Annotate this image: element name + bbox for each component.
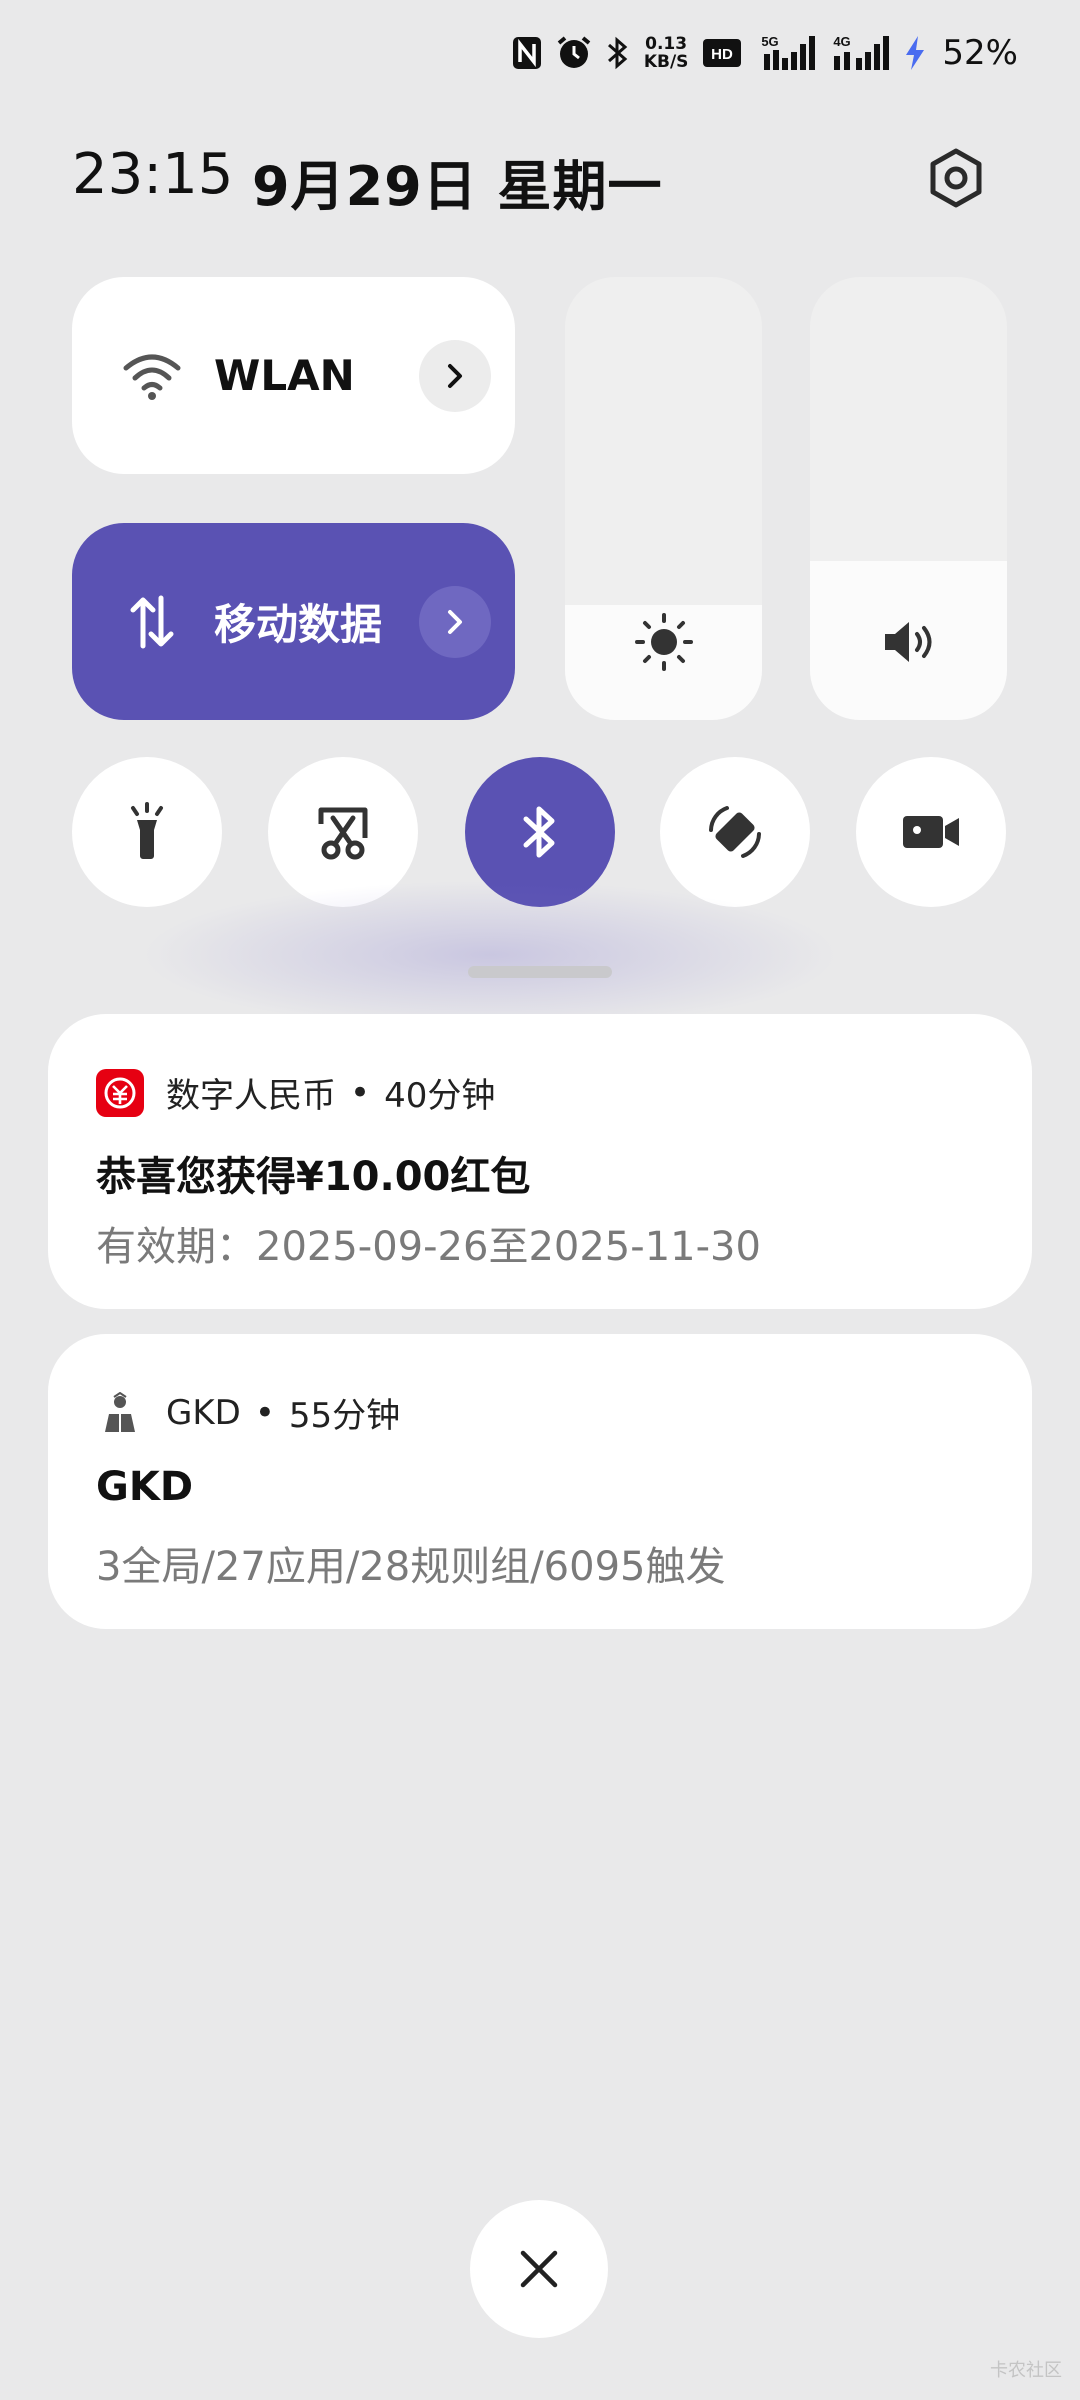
volume-slider[interactable] <box>810 277 1007 720</box>
notification-card[interactable]: 数字人民币 • 40分钟 恭喜您获得¥10.00红包 有效期：2025-09-2… <box>48 1014 1032 1309</box>
nfc-icon <box>512 36 542 70</box>
notification-app-name: 数字人民币 <box>166 1076 336 1116</box>
svg-text:5G: 5G <box>762 34 779 49</box>
auto-rotate-toggle[interactable] <box>660 757 810 907</box>
bluetooth-icon <box>523 806 555 858</box>
speaker-icon <box>810 612 1007 672</box>
flashlight-icon <box>131 802 163 859</box>
separator-dot: • <box>350 1072 371 1113</box>
svg-text:HD: HD <box>712 46 734 63</box>
signal-5g-icon: 5G <box>756 34 816 72</box>
rotate-icon <box>709 806 761 858</box>
settings-button[interactable] <box>918 140 994 216</box>
notification-title: 恭喜您获得¥10.00红包 <box>96 1154 531 1200</box>
mobile-data-tile[interactable]: 移动数据 <box>72 523 515 720</box>
notification-time: 55分钟 <box>288 1396 401 1436</box>
clear-notifications-button[interactable] <box>470 2200 608 2338</box>
signal-4g-icon: 4G <box>830 34 890 72</box>
separator-dot: • <box>254 1392 275 1433</box>
gkd-app-icon <box>96 1389 144 1437</box>
digital-rmb-app-icon <box>96 1068 144 1117</box>
chevron-right-icon <box>448 609 462 634</box>
hd-voice-icon: HD <box>702 38 742 68</box>
wifi-icon <box>112 336 192 416</box>
flashlight-toggle[interactable] <box>72 757 222 907</box>
video-camera-icon <box>903 816 959 848</box>
notification-time: 40分钟 <box>384 1076 496 1116</box>
screenshot-scissors-icon <box>318 807 368 860</box>
data-arrows-icon <box>112 582 192 662</box>
gear-icon <box>930 148 982 208</box>
mobile-data-expand-button[interactable] <box>419 585 491 658</box>
screen-record-toggle[interactable] <box>856 757 1006 907</box>
alarm-icon <box>556 35 592 71</box>
wlan-expand-button[interactable] <box>419 339 491 412</box>
drag-handle[interactable] <box>468 966 612 978</box>
wlan-label: WLAN <box>214 351 355 400</box>
charging-icon <box>904 35 926 71</box>
clock-time[interactable]: 23:15 <box>72 142 233 207</box>
notification-body: 3全局/27应用/28规则组/6095触发 <box>96 1544 726 1590</box>
status-bar: 0.13 KB/S HD 5G 4G 52% <box>0 0 1080 110</box>
mobile-data-label: 移动数据 <box>214 600 383 649</box>
notification-card[interactable]: GKD • 55分钟 GKD 3全局/27应用/28规则组/6095触发 <box>48 1334 1032 1629</box>
sun-icon <box>565 612 762 672</box>
notification-body: 有效期：2025-09-26至2025-11-30 <box>96 1224 761 1270</box>
date-label[interactable]: 9月29日 星期一 <box>252 142 663 221</box>
brightness-slider[interactable] <box>565 277 762 720</box>
battery-percent: 52% <box>942 33 1018 73</box>
bluetooth-icon <box>606 35 630 71</box>
net-speed-indicator: 0.13 KB/S <box>643 34 689 72</box>
notification-title: GKD <box>96 1464 194 1510</box>
svg-text:4G: 4G <box>834 34 851 49</box>
close-icon <box>520 2250 558 2288</box>
notification-app-name: GKD <box>166 1392 241 1433</box>
wlan-tile[interactable]: WLAN <box>72 277 515 474</box>
chevron-right-icon <box>448 363 462 388</box>
panel-glow <box>140 880 840 1030</box>
watermark: 卡农社区 <box>990 2360 1062 2381</box>
